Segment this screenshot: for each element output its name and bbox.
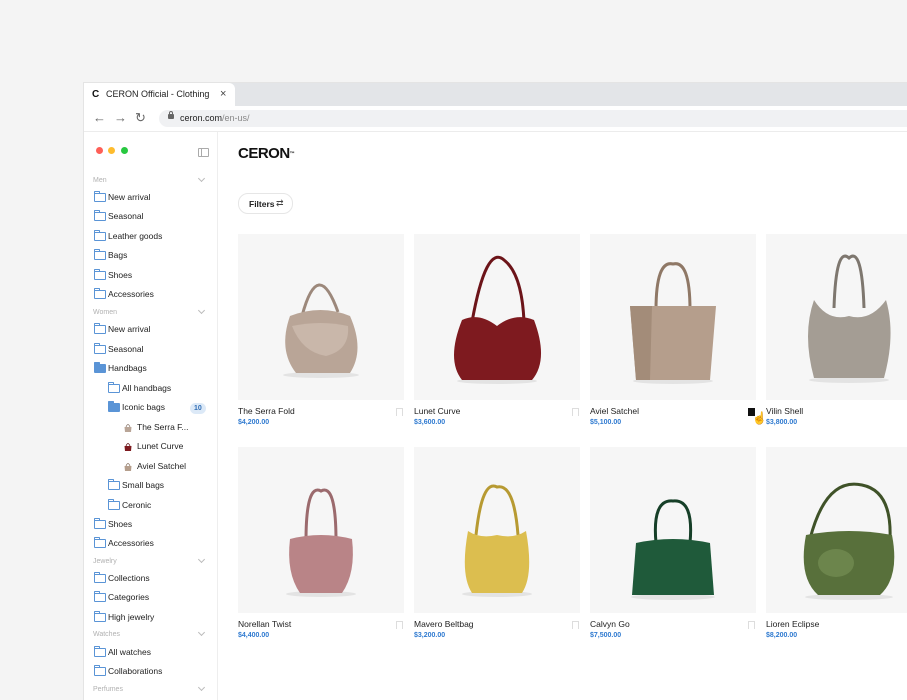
forward-icon[interactable]: → xyxy=(114,111,127,125)
folder-open-icon xyxy=(108,401,120,412)
product-image[interactable] xyxy=(590,447,756,613)
handbag-image xyxy=(803,482,895,600)
product-name[interactable]: Norellan Twist xyxy=(238,619,291,630)
product-price: $8,200.00 xyxy=(766,632,798,639)
product-name[interactable]: Calvyn Go xyxy=(590,619,630,630)
product-image[interactable] xyxy=(766,447,907,613)
reload-icon[interactable]: ↻ xyxy=(135,111,146,125)
maximize-window-icon[interactable] xyxy=(121,147,128,154)
bookmark-icon[interactable] xyxy=(572,621,579,629)
product-name[interactable]: Aviel Satchel xyxy=(590,406,639,417)
lock-icon xyxy=(168,111,174,119)
sliders-icon: ⇄ xyxy=(276,198,284,208)
bag-thumbnail-icon xyxy=(124,424,132,432)
product-price: $4,200.00 xyxy=(238,419,270,426)
folder-icon xyxy=(94,288,106,299)
folder-icon xyxy=(94,191,106,202)
handbag-image xyxy=(454,255,542,384)
folder-icon xyxy=(94,323,106,334)
handbag-image xyxy=(630,262,716,384)
chevron-down-icon[interactable] xyxy=(197,628,206,637)
bag-thumbnail-icon xyxy=(124,463,132,471)
folder-icon xyxy=(94,572,106,583)
close-window-icon[interactable] xyxy=(96,147,103,154)
folder-icon xyxy=(94,591,106,602)
section-perfumes[interactable]: Perfumes xyxy=(93,685,123,694)
chevron-down-icon[interactable] xyxy=(197,683,206,692)
folder-icon xyxy=(94,249,106,260)
handbag-image xyxy=(808,254,891,383)
count-badge: 10 xyxy=(190,403,206,414)
folder-icon xyxy=(94,665,106,676)
chevron-down-icon[interactable] xyxy=(197,306,206,315)
product-price: $4,400.00 xyxy=(238,632,270,639)
tab-title: CERON Official - Clothing, Sh xyxy=(106,89,210,99)
minimize-window-icon[interactable] xyxy=(108,147,115,154)
chevron-down-icon[interactable] xyxy=(197,555,206,564)
bookmark-icon[interactable] xyxy=(572,408,579,416)
url-text: ceron.com/en-us/ xyxy=(180,113,250,123)
folder-icon xyxy=(94,646,106,657)
folder-icon xyxy=(94,343,106,354)
folder-icon xyxy=(94,611,106,622)
sidebar: Men New arrival Seasonal Leather goods B… xyxy=(84,132,218,700)
sidebar-toggle-icon[interactable] xyxy=(198,148,209,157)
handbag-image xyxy=(283,283,359,378)
bookmark-icon[interactable] xyxy=(396,621,403,629)
section-men[interactable]: Men xyxy=(93,176,107,185)
folder-icon xyxy=(94,230,106,241)
main-content: CERON™ Filters ⇄ The Serra Fold $4,200.0… xyxy=(218,132,907,700)
product-name[interactable]: The Serra Fold xyxy=(238,406,295,417)
bag-thumbnail-icon xyxy=(124,443,132,451)
browser-toolbar: ← → ↻ ceron.com/en-us/ xyxy=(84,106,907,132)
chevron-down-icon[interactable] xyxy=(197,174,206,183)
product-price: $3,800.00 xyxy=(766,419,798,426)
section-watches[interactable]: Watches xyxy=(93,630,120,639)
product-name[interactable]: Vilin Shell xyxy=(766,406,803,417)
hand-cursor-icon: ☝ xyxy=(752,411,767,425)
product-name[interactable]: Lioren Eclipse xyxy=(766,619,819,630)
product-price: $3,600.00 xyxy=(414,419,446,426)
section-women[interactable]: Women xyxy=(93,308,117,317)
product-image[interactable] xyxy=(238,234,404,400)
product-image[interactable] xyxy=(414,234,580,400)
address-bar[interactable]: ceron.com/en-us/ xyxy=(159,110,907,127)
folder-icon xyxy=(108,499,120,510)
back-icon[interactable]: ← xyxy=(93,111,106,125)
handbag-image xyxy=(286,488,356,597)
handbag-image xyxy=(462,484,532,597)
bookmark-icon[interactable] xyxy=(396,408,403,416)
section-jewelry[interactable]: Jewelry xyxy=(93,557,117,566)
product-price: $5,100.00 xyxy=(590,419,622,426)
folder-icon xyxy=(94,537,106,548)
folder-icon xyxy=(94,269,106,280)
product-price: $7,500.00 xyxy=(590,632,622,639)
folder-icon xyxy=(108,479,120,490)
product-name[interactable]: Lunet Curve xyxy=(414,406,460,417)
tab-strip: C CERON Official - Clothing, Sh × xyxy=(84,83,907,106)
brand-logo[interactable]: CERON™ xyxy=(238,145,295,162)
product-image[interactable] xyxy=(590,234,756,400)
product-image[interactable] xyxy=(766,234,907,400)
product-image[interactable] xyxy=(238,447,404,613)
browser-window: C CERON Official - Clothing, Sh × ← → ↻ … xyxy=(84,83,907,700)
handbag-image xyxy=(631,499,715,600)
product-name[interactable]: Mavero Beltbag xyxy=(414,619,474,630)
browser-tab[interactable]: C CERON Official - Clothing, Sh × xyxy=(84,83,235,106)
folder-icon xyxy=(94,518,106,529)
tab-close-icon[interactable]: × xyxy=(220,88,226,100)
product-image[interactable] xyxy=(414,447,580,613)
bookmark-icon[interactable] xyxy=(748,621,755,629)
tab-favicon-icon: C xyxy=(92,89,100,100)
product-price: $3,200.00 xyxy=(414,632,446,639)
filters-button[interactable]: Filters ⇄ xyxy=(238,193,293,214)
folder-open-icon xyxy=(94,362,106,373)
folder-icon xyxy=(108,382,120,393)
folder-icon xyxy=(94,210,106,221)
